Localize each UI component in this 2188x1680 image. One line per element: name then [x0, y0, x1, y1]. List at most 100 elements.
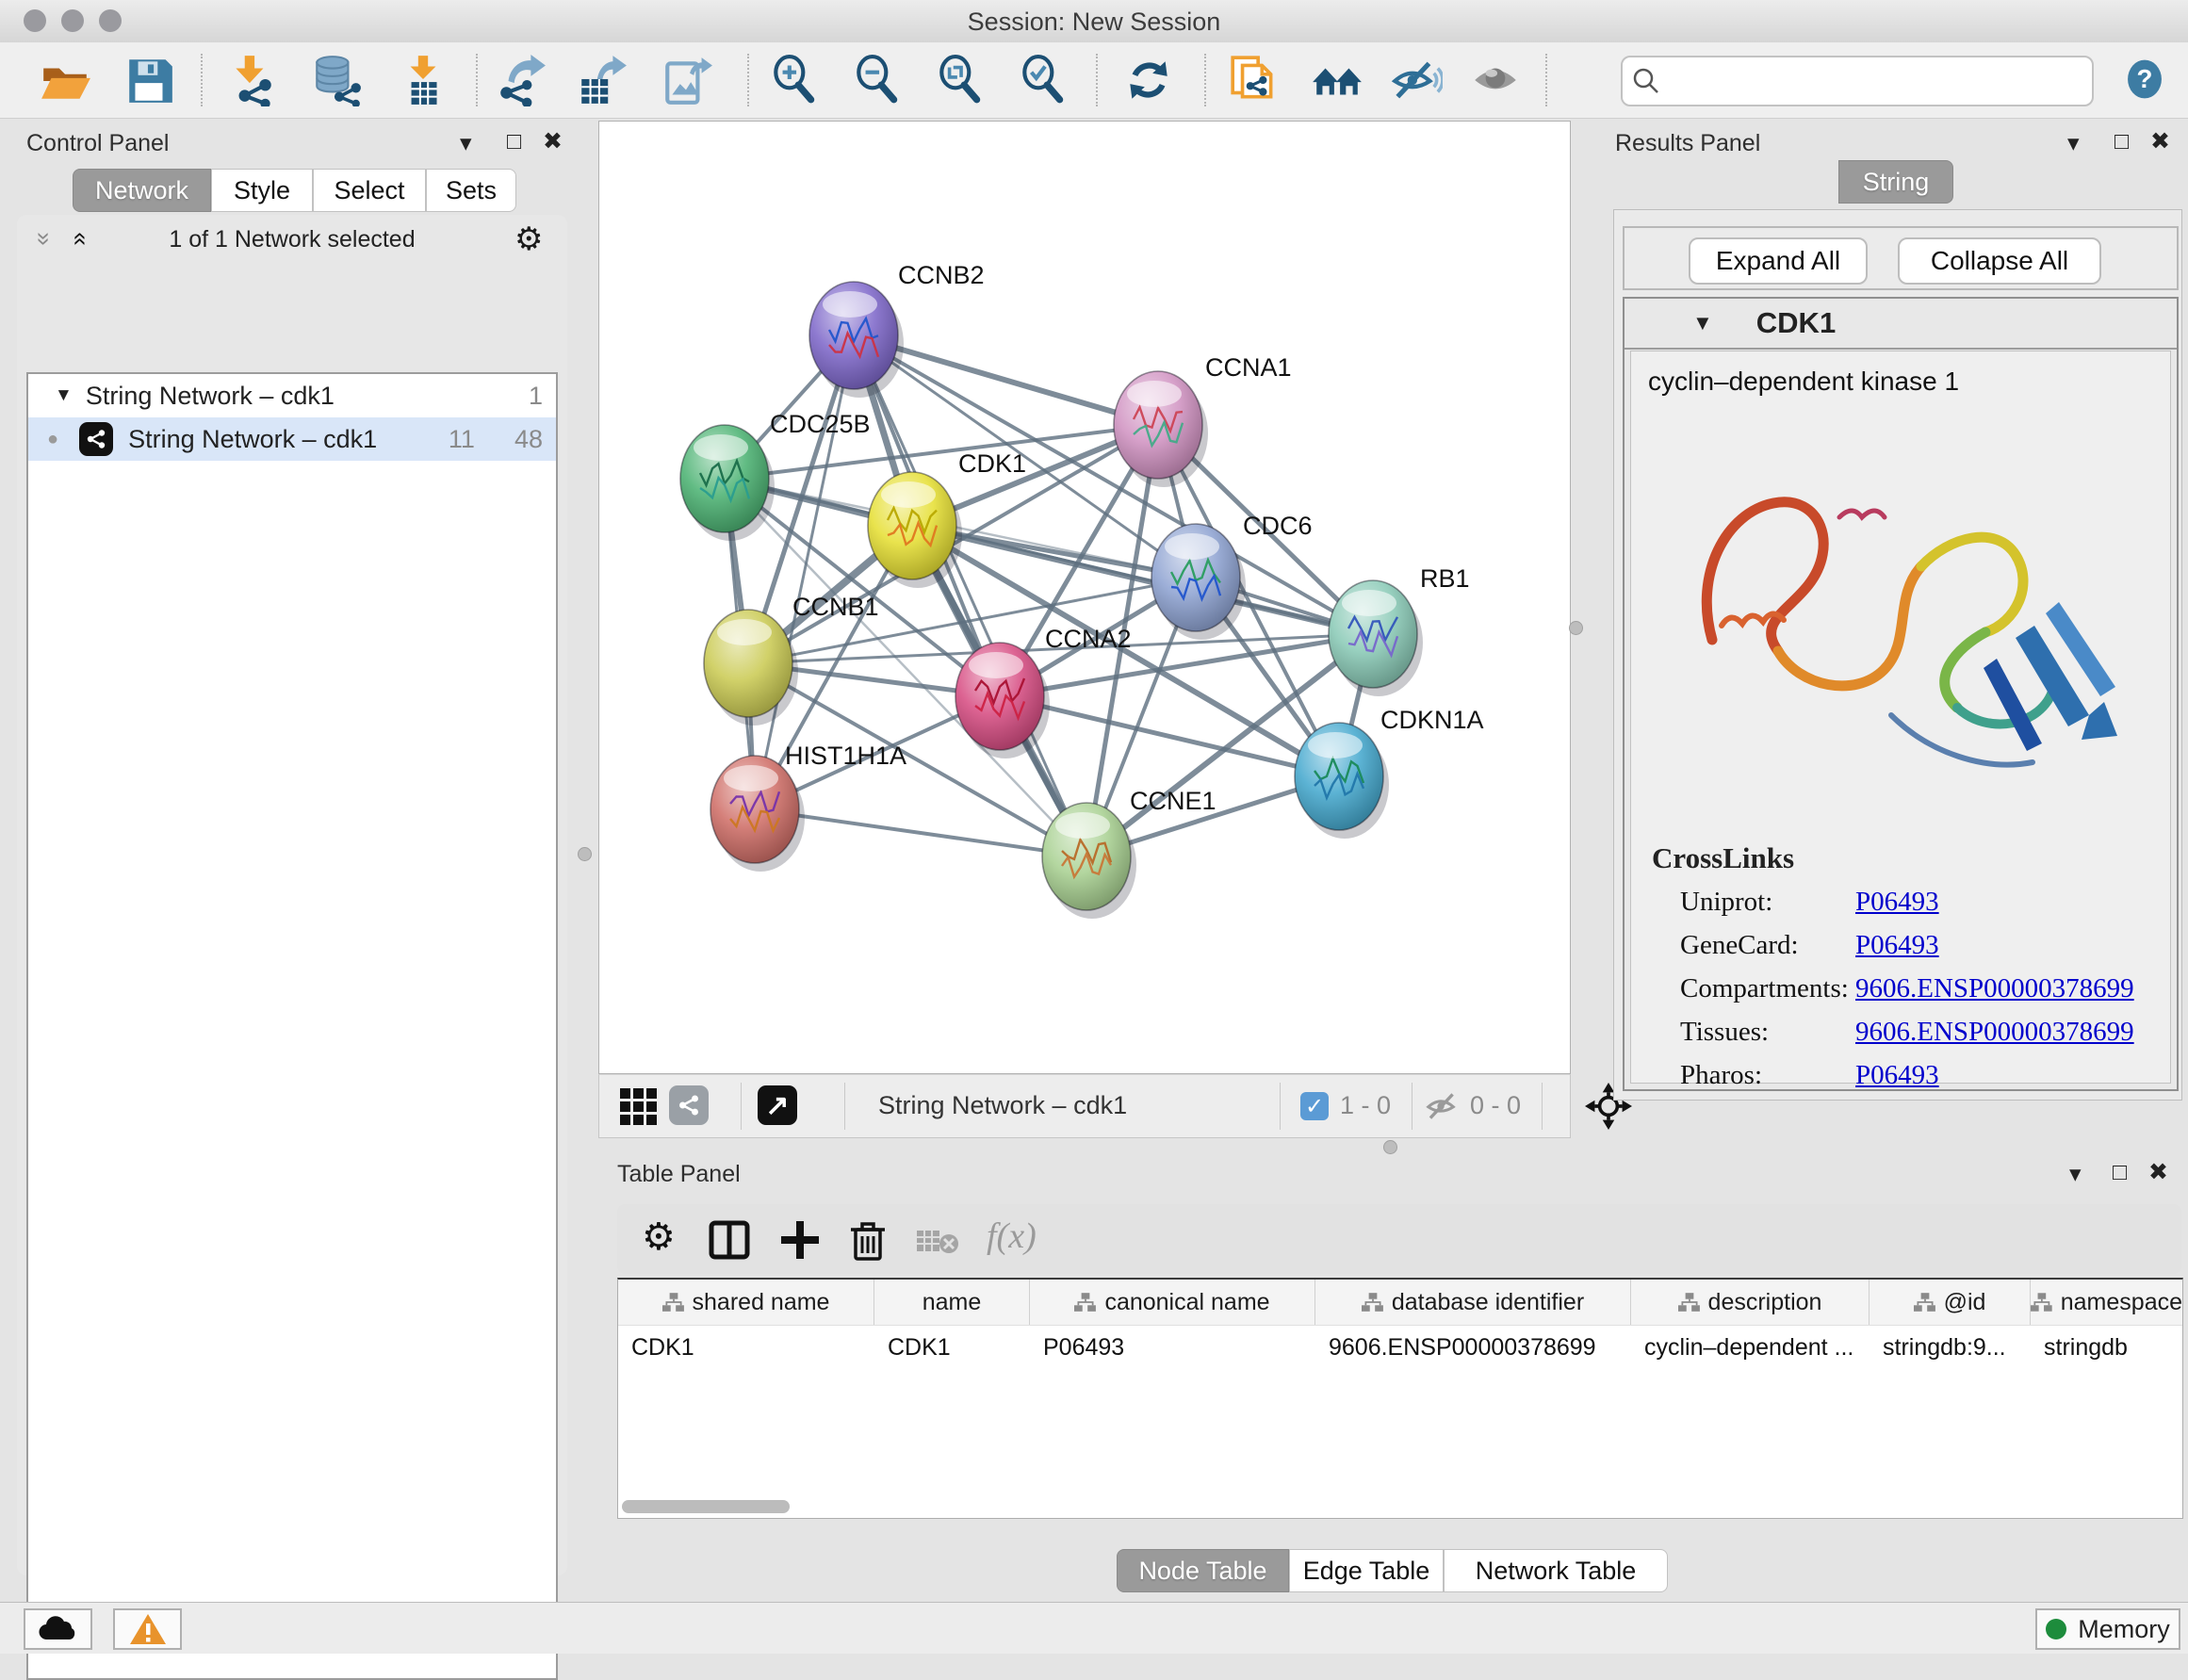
zoom-in-button[interactable] — [765, 52, 824, 108]
create-column-plus-icon[interactable] — [779, 1219, 821, 1261]
column-header[interactable]: namespace — [2031, 1280, 2182, 1325]
network-graph[interactable]: CCNB2CCNA1CDC25BCDK1CDC6RB1CCNB1CCNA2CDK… — [599, 122, 1570, 1073]
node-label-CCNB1: CCNB1 — [792, 593, 879, 621]
import-network-button[interactable] — [222, 52, 281, 108]
show-columns-icon[interactable] — [708, 1219, 751, 1261]
search-input[interactable] — [1670, 66, 2092, 97]
protein-section-header[interactable]: ▼ CDK1 — [1625, 299, 2177, 350]
help-button[interactable]: ? — [2118, 54, 2171, 106]
open-in-window-icon[interactable]: ↗ — [758, 1085, 797, 1125]
network-edge[interactable] — [755, 335, 854, 809]
panel-float-icon[interactable]: □ — [507, 130, 521, 154]
toolbar-divider — [1280, 1083, 1281, 1130]
panel-float-icon[interactable]: □ — [2115, 130, 2129, 154]
column-header[interactable]: description — [1631, 1280, 1870, 1325]
network-options-gear-icon[interactable]: ⚙ — [514, 220, 543, 258]
network-node-CDC25B[interactable]: CDC25B — [680, 410, 871, 541]
collapse-all-button[interactable]: Collapse All — [1898, 237, 2101, 285]
network-collection-row[interactable]: ▼ String Network – cdk1 1 — [28, 374, 556, 417]
panel-collapse-icon[interactable]: ▾ — [2069, 1163, 2082, 1186]
column-header[interactable]: name — [874, 1280, 1030, 1325]
table-settings-gear-icon[interactable]: ⚙ — [642, 1215, 676, 1259]
warning-status-button[interactable] — [113, 1608, 182, 1650]
tab-sets[interactable]: Sets — [426, 169, 516, 212]
neighborhood-button[interactable] — [1308, 52, 1366, 108]
eye-slash-icon — [1390, 54, 1443, 106]
panel-collapse-icon[interactable]: ▾ — [2067, 132, 2080, 155]
network-node-CCNE1[interactable]: CCNE1 — [1042, 787, 1216, 919]
section-collapse-icon[interactable]: ▼ — [1692, 311, 1713, 335]
open-session-button[interactable] — [36, 52, 94, 108]
zoom-selected-button[interactable] — [1014, 52, 1072, 108]
panel-close-icon[interactable]: ✖ — [2150, 130, 2170, 154]
tab-select[interactable]: Select — [313, 169, 426, 212]
delete-column-trash-icon[interactable] — [847, 1217, 889, 1263]
show-eye-button[interactable] — [1466, 52, 1525, 108]
memory-button[interactable]: Memory — [2035, 1608, 2180, 1650]
selected-checkbox-icon[interactable]: ✓ — [1300, 1092, 1329, 1120]
tab-network[interactable]: Network — [73, 169, 211, 212]
toolbar-separator — [1545, 54, 1547, 106]
tab-edge-table[interactable]: Edge Table — [1289, 1549, 1444, 1592]
export-image-button[interactable] — [658, 52, 716, 108]
birds-eye-grid-icon[interactable] — [620, 1088, 657, 1125]
import-network-from-database-button[interactable] — [307, 52, 366, 108]
network-share-icon[interactable] — [669, 1085, 709, 1125]
refresh-button[interactable] — [1119, 52, 1178, 108]
panel-float-icon[interactable]: □ — [2113, 1161, 2127, 1184]
crosslink-genecard[interactable]: P06493 — [1855, 930, 2170, 961]
crosslink-label: Pharos: — [1680, 1060, 1855, 1091]
tab-style[interactable]: Style — [211, 169, 313, 212]
hidden-eye-slash-icon[interactable] — [1425, 1090, 1462, 1122]
node-label-CDC6: CDC6 — [1243, 512, 1313, 540]
export-network-button[interactable] — [492, 52, 550, 108]
save-session-button[interactable] — [121, 52, 179, 108]
attribute-icon — [1074, 1292, 1097, 1313]
table-row[interactable]: CDK1 CDK1 P06493 9606.ENSP00000378699 cy… — [618, 1325, 2182, 1369]
network-node-CDK1[interactable]: CDK1 — [868, 449, 1026, 588]
cloud-status-button[interactable] — [24, 1608, 92, 1650]
protein-structure-image — [1646, 404, 2155, 828]
zoom-out-button[interactable] — [848, 52, 906, 108]
crosslink-pharos[interactable]: P06493 — [1855, 1060, 2170, 1091]
tree-expand-icon[interactable]: ▼ — [55, 385, 73, 406]
crosslink-tissues[interactable]: 9606.ENSP00000378699 — [1855, 1017, 2170, 1048]
duplicate-network-button[interactable] — [1225, 52, 1283, 108]
hide-selected-button[interactable] — [1387, 52, 1445, 108]
panel-collapse-icon[interactable]: ▾ — [460, 132, 472, 155]
import-network-icon — [225, 54, 278, 106]
network-node-CCNB2[interactable]: CCNB2 — [809, 261, 985, 398]
panel-close-icon[interactable]: ✖ — [2148, 1161, 2168, 1184]
network-node-CDC6[interactable]: CDC6 — [1151, 512, 1313, 640]
attribute-icon — [1678, 1292, 1701, 1313]
canvas-results-splitter-handle[interactable] — [1569, 621, 1583, 635]
network-node-HIST1H1A[interactable]: HIST1H1A — [710, 742, 906, 872]
zoom-out-icon — [851, 54, 904, 106]
crosslink-uniprot[interactable]: P06493 — [1855, 887, 2170, 918]
export-table-button[interactable] — [573, 52, 631, 108]
table-horizontal-scrollbar[interactable] — [622, 1500, 790, 1513]
network-view-title: String Network – cdk1 — [878, 1091, 1127, 1120]
crosslink-compartments[interactable]: 9606.ENSP00000378699 — [1855, 973, 2170, 1004]
panel-close-icon[interactable]: ✖ — [543, 130, 563, 154]
network-canvas[interactable]: CCNB2CCNA1CDC25BCDK1CDC6RB1CCNB1CCNA2CDK… — [598, 121, 1571, 1074]
network-edge[interactable] — [854, 335, 1086, 856]
duplicate-network-icon — [1228, 54, 1281, 106]
network-node-CDKN1A[interactable]: CDKN1A — [1295, 706, 1484, 839]
tab-string[interactable]: String — [1838, 160, 1953, 204]
refresh-icon — [1122, 54, 1175, 106]
tab-network-table[interactable]: Network Table — [1444, 1549, 1668, 1592]
node-label-CCNA2: CCNA2 — [1045, 625, 1132, 653]
network-row[interactable]: ● String Network – cdk1 11 48 — [28, 417, 556, 461]
column-header[interactable]: @id — [1870, 1280, 2031, 1325]
zoom-fit-button[interactable] — [931, 52, 989, 108]
expand-all-button[interactable]: Expand All — [1689, 237, 1868, 285]
column-header[interactable]: shared name — [618, 1280, 874, 1325]
node-label-CCNB2: CCNB2 — [898, 261, 985, 289]
vertical-splitter-handle[interactable] — [578, 847, 592, 861]
column-header[interactable]: canonical name — [1030, 1280, 1315, 1325]
column-header[interactable]: database identifier — [1315, 1280, 1631, 1325]
network-node-RB1[interactable]: RB1 — [1329, 564, 1470, 696]
import-table-button[interactable] — [394, 52, 452, 108]
tab-node-table[interactable]: Node Table — [1117, 1549, 1289, 1592]
